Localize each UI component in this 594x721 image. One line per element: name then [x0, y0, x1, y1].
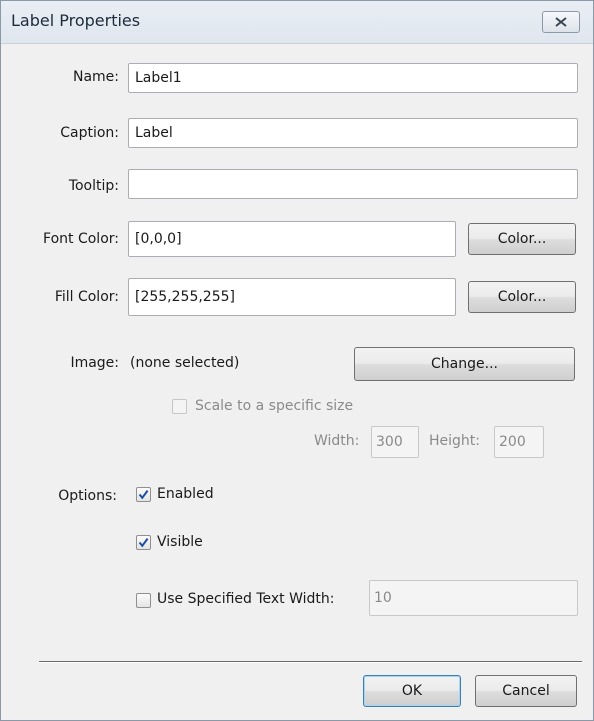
caption-label: Caption: — [60, 125, 119, 141]
options-label: Options: — [58, 488, 117, 504]
caption-input[interactable]: Label — [128, 118, 578, 148]
close-button[interactable] — [542, 11, 580, 33]
checkmark-icon — [138, 490, 149, 500]
enabled-checkbox[interactable] — [136, 487, 151, 502]
checkmark-icon — [138, 538, 149, 548]
name-input[interactable]: Label1 — [128, 63, 578, 93]
enabled-checkbox-label: Enabled — [157, 486, 214, 502]
width-label: Width: — [314, 433, 360, 449]
close-icon — [555, 17, 567, 27]
text-width-checkbox[interactable] — [136, 593, 151, 608]
scale-checkbox[interactable] — [172, 399, 187, 414]
tooltip-input[interactable] — [128, 169, 578, 199]
fill-color-button[interactable]: Color... — [468, 281, 576, 313]
fill-color-button-label: Color... — [497, 289, 547, 305]
font-color-input[interactable]: [0,0,0] — [128, 221, 456, 257]
fill-color-label: Fill Color: — [54, 289, 119, 305]
image-label: Image: — [70, 355, 119, 371]
height-input[interactable]: 200 — [494, 426, 544, 458]
font-color-button-label: Color... — [497, 231, 547, 247]
width-input[interactable]: 300 — [371, 426, 419, 458]
image-value: (none selected) — [130, 355, 240, 371]
label-properties-dialog: Label Properties Name: Label1 Caption: L… — [0, 0, 594, 721]
font-color-label: Font Color: — [43, 231, 119, 247]
text-width-input[interactable]: 10 — [369, 580, 578, 616]
font-color-button[interactable]: Color... — [468, 223, 576, 255]
dialog-title: Label Properties — [11, 11, 141, 30]
ok-button-label: OK — [401, 683, 423, 699]
fill-color-input[interactable]: [255,255,255] — [128, 278, 456, 316]
cancel-button[interactable]: Cancel — [475, 675, 577, 707]
visible-checkbox-label: Visible — [157, 534, 203, 550]
height-label: Height: — [429, 433, 480, 449]
text-width-checkbox-label: Use Specified Text Width: — [157, 591, 335, 607]
name-label: Name: — [72, 69, 119, 85]
change-image-button[interactable]: Change... — [354, 347, 575, 381]
title-bar[interactable]: Label Properties — [1, 1, 593, 44]
scale-checkbox-label: Scale to a specific size — [195, 398, 354, 414]
ok-button[interactable]: OK — [363, 675, 461, 707]
tooltip-label: Tooltip: — [68, 178, 119, 194]
visible-checkbox[interactable] — [136, 535, 151, 550]
cancel-button-label: Cancel — [502, 683, 550, 699]
footer-separator — [39, 661, 582, 663]
change-image-button-label: Change... — [431, 356, 498, 372]
